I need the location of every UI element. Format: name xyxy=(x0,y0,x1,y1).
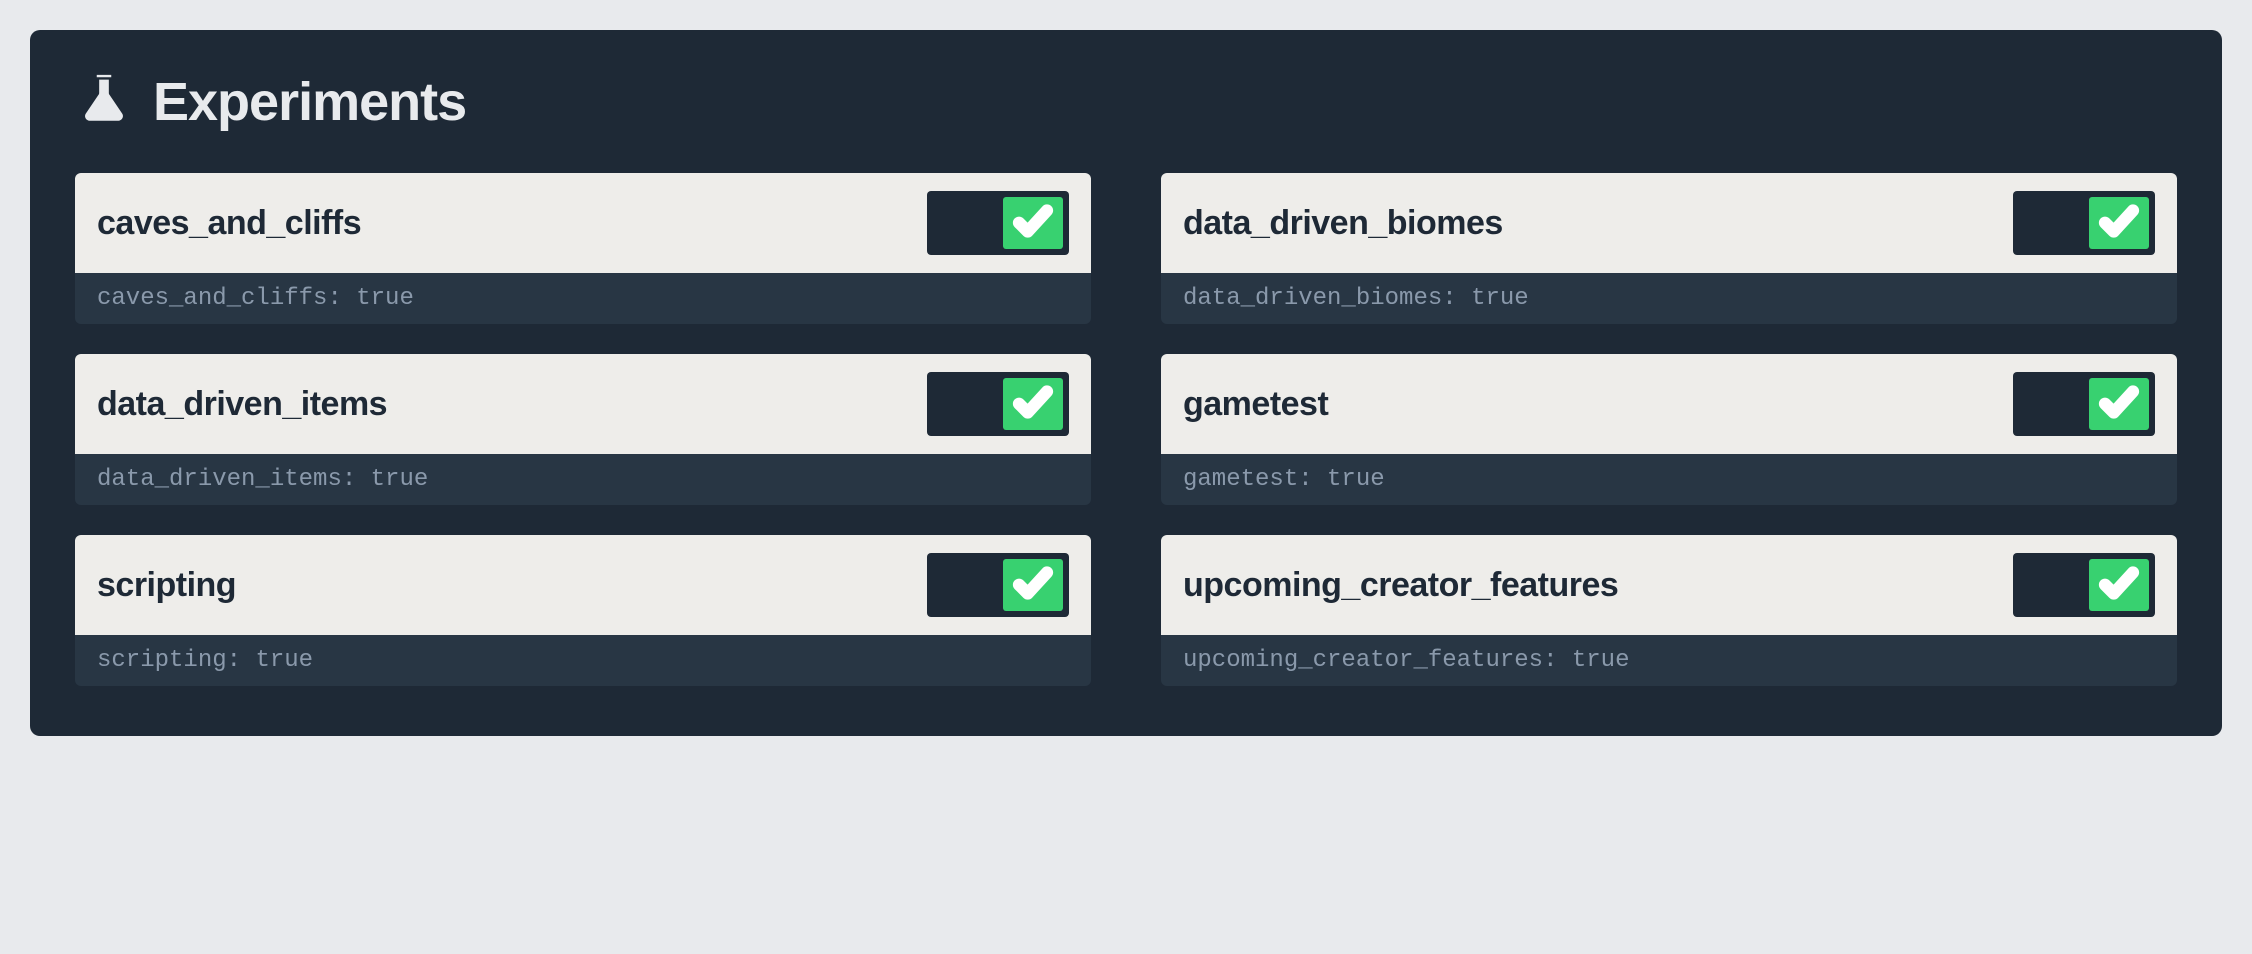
experiment-label: data_driven_items xyxy=(97,385,387,424)
experiment-row: data_driven_items xyxy=(75,354,1091,454)
experiment-status: data_driven_items: true xyxy=(75,454,1091,505)
toggle-data-driven-items[interactable] xyxy=(927,372,1069,436)
experiment-row: data_driven_biomes xyxy=(1161,173,2177,273)
status-value: true xyxy=(1327,466,1385,493)
status-value: true xyxy=(1471,285,1529,312)
experiment-item-scripting: scripting scripting: true xyxy=(75,535,1091,686)
experiment-row: gametest xyxy=(1161,354,2177,454)
toggle-knob xyxy=(1003,197,1063,249)
toggle-scripting[interactable] xyxy=(927,553,1069,617)
experiment-item-gametest: gametest gametest: true xyxy=(1161,354,2177,505)
status-value: true xyxy=(371,466,429,493)
status-colon: : xyxy=(327,285,356,312)
experiment-item-upcoming-creator-features: upcoming_creator_features upcoming_creat… xyxy=(1161,535,2177,686)
toggle-knob xyxy=(2089,559,2149,611)
flask-icon xyxy=(75,70,133,133)
status-colon: : xyxy=(1442,285,1471,312)
status-key: gametest xyxy=(1183,466,1298,493)
status-key: data_driven_biomes xyxy=(1183,285,1442,312)
experiments-grid: caves_and_cliffs caves_and_cliffs: true … xyxy=(75,173,2177,686)
toggle-knob xyxy=(1003,559,1063,611)
status-key: upcoming_creator_features xyxy=(1183,647,1543,674)
toggle-gametest[interactable] xyxy=(2013,372,2155,436)
experiments-panel: Experiments caves_and_cliffs caves_and_c… xyxy=(30,30,2222,736)
check-icon xyxy=(1012,381,1054,428)
status-value: true xyxy=(1572,647,1630,674)
experiment-item-data-driven-items: data_driven_items data_driven_items: tru… xyxy=(75,354,1091,505)
experiment-row: upcoming_creator_features xyxy=(1161,535,2177,635)
experiment-item-data-driven-biomes: data_driven_biomes data_driven_biomes: t… xyxy=(1161,173,2177,324)
status-key: data_driven_items xyxy=(97,466,342,493)
check-icon xyxy=(2098,381,2140,428)
experiment-label: data_driven_biomes xyxy=(1183,204,1503,243)
status-colon: : xyxy=(1298,466,1327,493)
status-colon: : xyxy=(342,466,371,493)
status-colon: : xyxy=(227,647,256,674)
toggle-knob xyxy=(2089,378,2149,430)
check-icon xyxy=(1012,200,1054,247)
toggle-knob xyxy=(1003,378,1063,430)
toggle-data-driven-biomes[interactable] xyxy=(2013,191,2155,255)
experiment-label: upcoming_creator_features xyxy=(1183,566,1618,605)
panel-title: Experiments xyxy=(153,71,466,133)
status-key: caves_and_cliffs xyxy=(97,285,327,312)
experiment-status: scripting: true xyxy=(75,635,1091,686)
check-icon xyxy=(2098,200,2140,247)
check-icon xyxy=(2098,562,2140,609)
experiment-status: gametest: true xyxy=(1161,454,2177,505)
toggle-knob xyxy=(2089,197,2149,249)
status-colon: : xyxy=(1543,647,1572,674)
status-key: scripting xyxy=(97,647,227,674)
experiment-item-caves-and-cliffs: caves_and_cliffs caves_and_cliffs: true xyxy=(75,173,1091,324)
experiment-status: upcoming_creator_features: true xyxy=(1161,635,2177,686)
experiment-status: caves_and_cliffs: true xyxy=(75,273,1091,324)
toggle-upcoming-creator-features[interactable] xyxy=(2013,553,2155,617)
experiment-label: caves_and_cliffs xyxy=(97,204,361,243)
check-icon xyxy=(1012,562,1054,609)
panel-header: Experiments xyxy=(75,70,2177,133)
status-value: true xyxy=(255,647,313,674)
experiment-label: gametest xyxy=(1183,385,1328,424)
experiment-label: scripting xyxy=(97,566,236,605)
status-value: true xyxy=(356,285,414,312)
experiment-status: data_driven_biomes: true xyxy=(1161,273,2177,324)
experiment-row: scripting xyxy=(75,535,1091,635)
toggle-caves-and-cliffs[interactable] xyxy=(927,191,1069,255)
experiment-row: caves_and_cliffs xyxy=(75,173,1091,273)
